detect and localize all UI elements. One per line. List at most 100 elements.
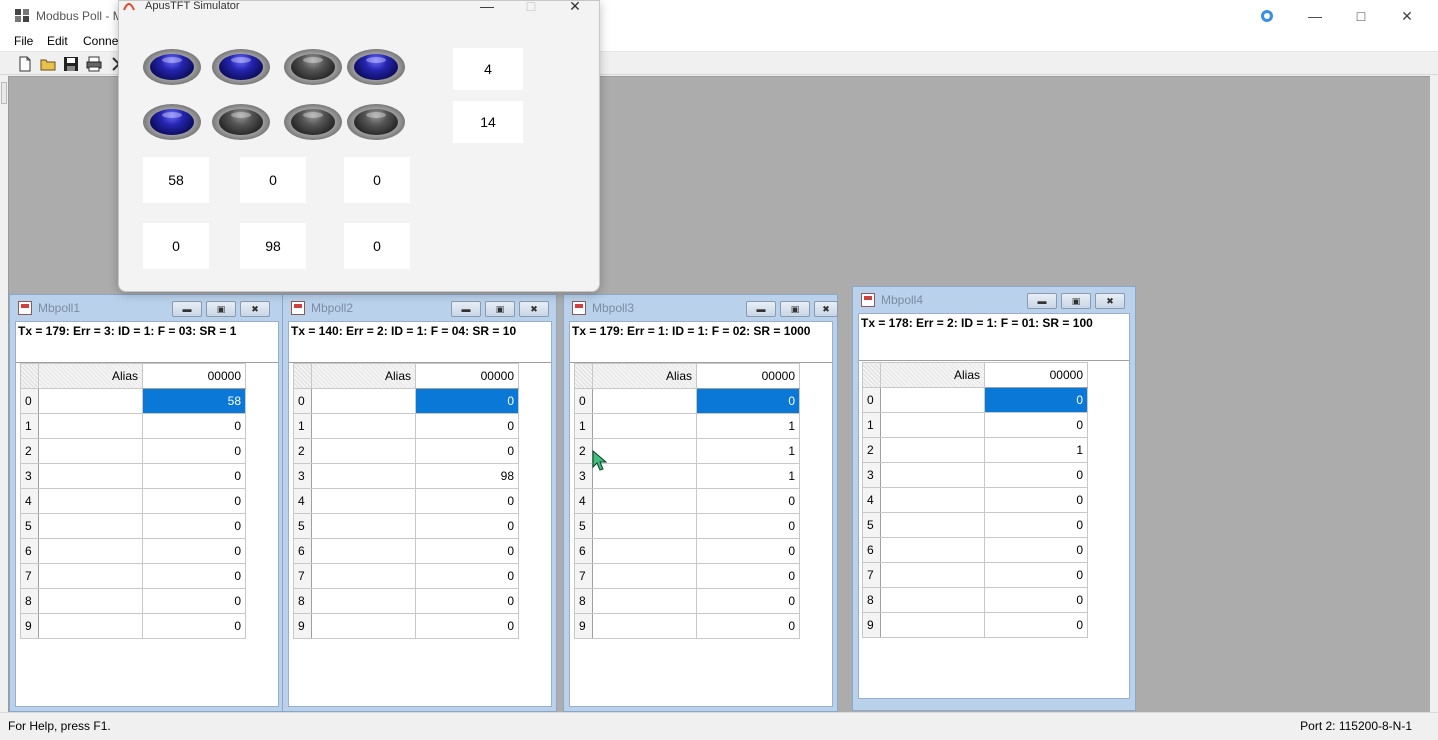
value-cell[interactable]: 0 [984, 462, 1088, 488]
table-row[interactable]: 10 [20, 413, 246, 439]
alias-cell[interactable] [311, 438, 416, 464]
value-cell[interactable]: 0 [984, 587, 1088, 613]
alias-cell[interactable] [38, 413, 143, 439]
table-row[interactable]: 80 [862, 587, 1088, 613]
mbpoll4-titlebar[interactable]: Mbpoll4 ▬ ▣ ✖ [853, 287, 1135, 313]
table-row[interactable]: 30 [862, 462, 1088, 488]
mbpoll3-titlebar[interactable]: Mbpoll3 ▬ ▣ ✖ [564, 295, 838, 321]
value-cell[interactable]: 0 [696, 588, 800, 614]
table-row[interactable]: 60 [293, 538, 519, 564]
alias-cell[interactable] [38, 513, 143, 539]
value-cell[interactable]: 0 [415, 538, 519, 564]
alias-cell[interactable] [592, 613, 697, 639]
mbpoll2-titlebar[interactable]: Mbpoll2 ▬ ▣ ✖ [283, 295, 556, 321]
value-cell[interactable]: 0 [142, 463, 246, 489]
table-row[interactable]: 10 [862, 412, 1088, 438]
alias-cell[interactable] [311, 413, 416, 439]
alias-cell[interactable] [592, 488, 697, 514]
table-row[interactable]: 90 [862, 612, 1088, 638]
mbpoll4-restore-button[interactable]: ▣ [1061, 293, 1091, 309]
mbpoll1-close-button[interactable]: ✖ [240, 301, 270, 317]
table-row[interactable]: 40 [293, 488, 519, 514]
value-cell[interactable]: 1 [696, 463, 800, 489]
value-cell[interactable]: 0 [142, 538, 246, 564]
value-cell[interactable]: 0 [142, 513, 246, 539]
alias-cell[interactable] [592, 413, 697, 439]
table-row[interactable]: 40 [574, 488, 800, 514]
value-cell[interactable]: 0 [415, 588, 519, 614]
mbpoll2-restore-button[interactable]: ▣ [485, 301, 515, 317]
value-cell[interactable]: 0 [984, 412, 1088, 438]
value-cell[interactable]: 0 [696, 538, 800, 564]
table-row[interactable]: 70 [862, 562, 1088, 588]
alias-cell[interactable] [592, 588, 697, 614]
menu-file[interactable]: File [14, 34, 33, 48]
table-row[interactable]: 90 [293, 613, 519, 639]
alias-cell[interactable] [880, 462, 985, 488]
alias-cell[interactable] [880, 387, 985, 413]
sim-close-button[interactable]: ✕ [555, 0, 595, 15]
print-icon[interactable] [85, 55, 103, 73]
alias-cell[interactable] [311, 588, 416, 614]
alias-cell[interactable] [311, 488, 416, 514]
alias-cell[interactable] [880, 437, 985, 463]
sim-minimize-button[interactable]: — [467, 0, 507, 15]
table-row[interactable]: 50 [862, 512, 1088, 538]
value-cell[interactable]: 0 [415, 388, 519, 414]
value-cell[interactable]: 0 [984, 512, 1088, 538]
alias-cell[interactable] [592, 538, 697, 564]
table-row[interactable]: 60 [574, 538, 800, 564]
value-cell[interactable]: 0 [984, 612, 1088, 638]
table-row[interactable]: 50 [293, 513, 519, 539]
table-row[interactable]: 60 [862, 537, 1088, 563]
alias-cell[interactable] [311, 563, 416, 589]
mbpoll3-minimize-button[interactable]: ▬ [746, 301, 776, 317]
table-row[interactable]: 90 [574, 613, 800, 639]
new-file-icon[interactable] [16, 55, 34, 73]
value-cell[interactable]: 0 [415, 513, 519, 539]
table-row[interactable]: 20 [293, 438, 519, 464]
value-cell[interactable]: 0 [984, 537, 1088, 563]
table-row[interactable]: 10 [293, 413, 519, 439]
table-row[interactable]: 70 [293, 563, 519, 589]
value-cell[interactable]: 0 [142, 613, 246, 639]
alias-cell[interactable] [880, 512, 985, 538]
alias-cell[interactable] [592, 463, 697, 489]
value-cell[interactable]: 0 [696, 613, 800, 639]
table-row[interactable]: 3 98 [293, 463, 519, 489]
alias-cell[interactable] [592, 563, 697, 589]
value-cell[interactable]: 0 [415, 438, 519, 464]
value-cell[interactable]: 0 [142, 588, 246, 614]
table-row[interactable]: 30 [20, 463, 246, 489]
alias-cell[interactable] [38, 388, 143, 414]
value-cell[interactable]: 0 [984, 487, 1088, 513]
table-row[interactable]: 00 [574, 388, 800, 414]
mbpoll3-restore-button[interactable]: ▣ [780, 301, 810, 317]
value-cell[interactable]: 1 [984, 437, 1088, 463]
alias-cell[interactable] [38, 463, 143, 489]
table-row[interactable]: 00 [293, 388, 519, 414]
main-maximize-button[interactable]: □ [1338, 4, 1384, 28]
alias-cell[interactable] [880, 562, 985, 588]
menu-connection[interactable]: Conne [83, 34, 118, 48]
mbpoll3-close-button[interactable]: ✖ [814, 301, 838, 317]
table-row[interactable]: 70 [574, 563, 800, 589]
table-row[interactable]: 70 [20, 563, 246, 589]
mbpoll1-restore-button[interactable]: ▣ [206, 301, 236, 317]
value-cell[interactable]: 0 [142, 563, 246, 589]
table-row[interactable]: 90 [20, 613, 246, 639]
alias-cell[interactable] [592, 438, 697, 464]
value-cell[interactable]: 1 [696, 413, 800, 439]
value-cell[interactable]: 58 [142, 388, 246, 414]
value-cell[interactable]: 0 [415, 488, 519, 514]
value-cell[interactable]: 0 [696, 388, 800, 414]
alias-cell[interactable] [880, 487, 985, 513]
alias-cell[interactable] [311, 463, 416, 489]
main-close-button[interactable]: ✕ [1384, 4, 1430, 28]
sim-maximize-button[interactable]: □ [511, 0, 551, 15]
mbpoll2-minimize-button[interactable]: ▬ [451, 301, 481, 317]
value-cell[interactable]: 0 [984, 562, 1088, 588]
table-row[interactable]: 80 [293, 588, 519, 614]
table-row[interactable]: 11 [574, 413, 800, 439]
value-cell[interactable]: 0 [696, 563, 800, 589]
